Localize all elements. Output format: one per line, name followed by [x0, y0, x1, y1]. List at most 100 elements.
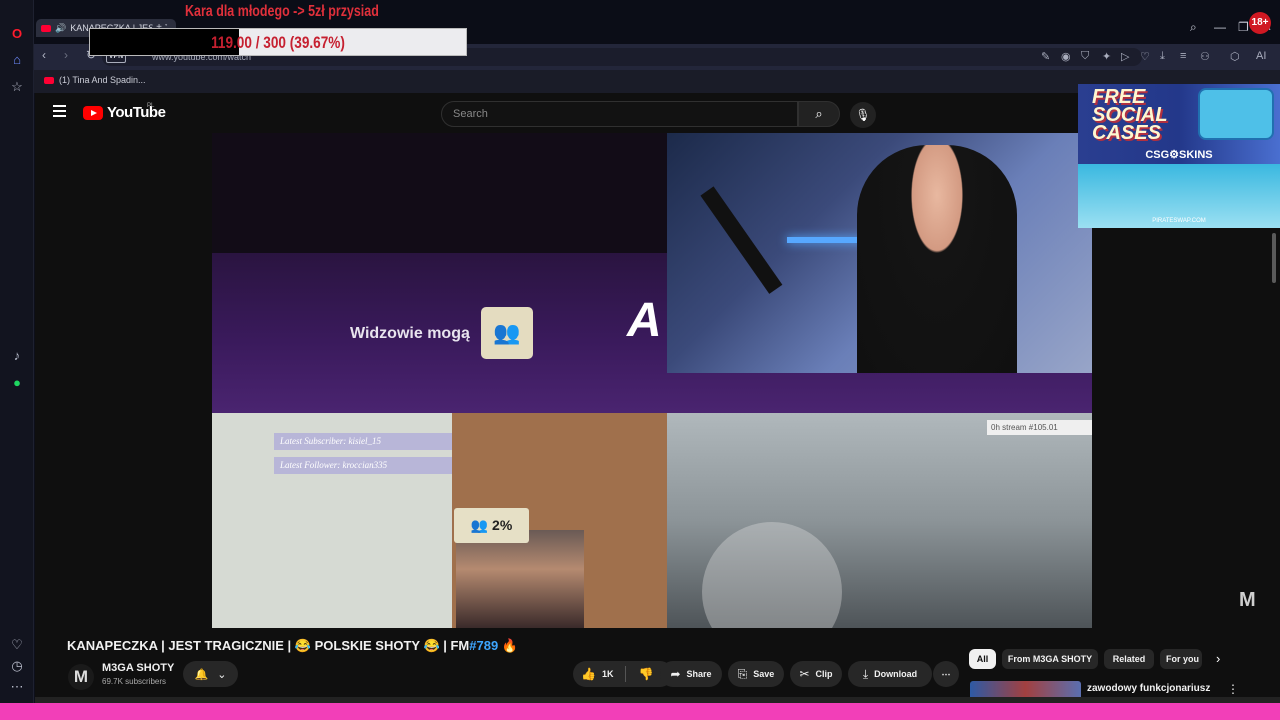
thumbs-down-icon[interactable]: 👎	[638, 667, 653, 681]
subscriber-count: 69.7K subscribers	[102, 677, 167, 686]
hamburger-menu-icon[interactable]	[53, 105, 66, 117]
goal-progress-text: 119.00 / 300 (39.67%)	[211, 33, 345, 52]
back-icon[interactable]: ‹	[42, 48, 46, 62]
save-button[interactable]: ⎘ Save	[728, 661, 784, 687]
ad-chest-graphic	[1198, 88, 1274, 140]
notifications-button[interactable]: 🔔 ⌄	[183, 661, 238, 687]
age-badge: 18+	[1249, 12, 1271, 34]
more-vert-icon[interactable]: ⋮	[1227, 682, 1239, 696]
profile-icon[interactable]: ⚇	[1200, 50, 1210, 63]
video-player[interactable]: Widzowie mogą 👥 A Latest Subscriber: kis…	[212, 133, 1092, 628]
save-label: Save	[753, 669, 775, 679]
video-title-main: KANAPECZKA | JEST TRAGICZNIE | 😂 POLSKIE…	[67, 638, 470, 653]
share-label: Share	[686, 669, 712, 679]
latest-subscriber-bar: Latest Subscriber: kisiel_15	[274, 433, 452, 450]
youtube-favicon-icon	[41, 24, 51, 32]
chip-for-you[interactable]: For you	[1160, 649, 1202, 669]
scrollbar[interactable]	[1272, 233, 1276, 283]
microphone-arm	[700, 186, 783, 294]
second-streamer	[456, 530, 584, 628]
channel-avatar[interactable]: M	[68, 664, 94, 690]
speaker-icon[interactable]: 🔊	[55, 23, 66, 34]
bookmark-item[interactable]: (1) Tina And Spadin...	[44, 75, 146, 85]
search-placeholder: Search	[453, 108, 488, 120]
history-icon[interactable]: ◷	[7, 656, 27, 676]
video-title-end: 🔥	[498, 638, 518, 653]
heart-icon[interactable]: ♡	[1140, 50, 1150, 63]
video-bottom-section: Latest Subscriber: kisiel_15 Latest Foll…	[212, 413, 1092, 628]
minimize-button[interactable]: —	[1214, 20, 1226, 34]
download-icon: ⤓	[862, 666, 869, 681]
ad-headline: FREE SOCIAL CASES	[1092, 87, 1168, 144]
video-title: KANAPECZKA | JEST TRAGICZNIE | 😂 POLSKIE…	[67, 638, 518, 654]
country-code: PL	[147, 103, 155, 109]
channel-name[interactable]: M3GA SHOTY	[102, 662, 174, 674]
webcam-feed	[667, 133, 1092, 373]
viewers-icon: 👥	[481, 307, 533, 359]
edit-icon[interactable]: ✎	[1041, 50, 1050, 63]
ad-brand: CSG⚙SKINS	[1145, 149, 1213, 161]
streamer	[857, 145, 1017, 373]
youtube-favicon-icon	[44, 76, 54, 84]
aria-ai-button[interactable]: AI	[1256, 50, 1266, 62]
extensions-icon[interactable]: ✦	[1102, 50, 1111, 63]
menu-icon[interactable]: ≡	[1180, 50, 1186, 62]
chevron-down-icon: ⌄	[217, 668, 227, 681]
shield-icon[interactable]: ⛉	[1081, 50, 1089, 63]
chip-related[interactable]: Related	[1104, 649, 1154, 669]
percent-value: 2%	[492, 517, 513, 533]
search-tabs-icon[interactable]: ⌕	[1190, 20, 1197, 35]
search-input[interactable]: Search	[441, 101, 798, 127]
star-icon[interactable]: ☆	[7, 77, 27, 97]
chevron-right-icon[interactable]: ›	[1216, 651, 1220, 666]
hashtag-link[interactable]: #789	[469, 638, 498, 653]
camera-icon[interactable]: ◉	[1061, 50, 1071, 63]
search-icon: ⌕	[815, 106, 823, 121]
stream-tag: 0h stream #105.01	[987, 420, 1092, 435]
stream-logo-graphic: A	[627, 294, 662, 347]
opera-logo-icon[interactable]: O	[7, 23, 27, 43]
video-overlay-text: Widzowie mogą	[350, 325, 470, 342]
download-label: Download	[874, 669, 918, 679]
thumbs-up-icon[interactable]: 👍	[581, 667, 596, 681]
like-dislike-group: 👍 1K 👎	[573, 661, 673, 687]
logo-text: YouTube	[107, 104, 166, 121]
tiktok-icon[interactable]: ♪	[7, 345, 27, 365]
download-icon[interactable]: ⤓	[1160, 50, 1165, 63]
chip-all[interactable]: All	[969, 649, 996, 669]
bookmark-icon: ⎘	[737, 666, 748, 681]
search-button[interactable]: ⌕	[798, 101, 840, 127]
more-actions-button[interactable]: ⋯	[933, 661, 959, 687]
advertisement[interactable]: FREE SOCIAL CASES CSG⚙SKINS PIRATESWAP.C…	[1078, 84, 1280, 228]
voice-search-button[interactable]: 🎙	[850, 102, 876, 128]
bell-icon: 🔔	[194, 668, 209, 681]
bookmark-label: (1) Tina And Spadin...	[59, 75, 146, 85]
ad-headline-line3: CASES	[1092, 122, 1161, 144]
forward-icon[interactable]: ›	[64, 48, 68, 62]
maximize-button[interactable]: ❐	[1238, 20, 1249, 34]
chip-from-channel[interactable]: From M3GA SHOTY	[1002, 649, 1098, 669]
download-button[interactable]: ⤓ Download	[848, 661, 932, 687]
channel-watermark-icon[interactable]: M	[1239, 589, 1256, 612]
more-icon: ⋯	[941, 668, 951, 679]
room-panel: Latest Subscriber: kisiel_15 Latest Foll…	[212, 413, 452, 628]
heart-icon[interactable]: ♡	[7, 635, 27, 655]
like-count[interactable]: 1K	[602, 669, 614, 679]
microphone-icon: 🎙	[855, 108, 871, 122]
percent-badge: 👥 2%	[454, 508, 529, 543]
more-icon[interactable]: ⋯	[7, 677, 27, 697]
ad-footer: PIRATESWAP.COM	[1152, 218, 1206, 224]
share-button[interactable]: ➦ Share	[660, 661, 722, 687]
scissors-icon: ✂	[799, 667, 810, 681]
overlay-pink-bar	[0, 703, 1280, 720]
clip-label: Clip	[815, 669, 833, 679]
cube-icon[interactable]: ⬡	[1230, 50, 1240, 63]
divider	[625, 666, 627, 682]
spotify-icon[interactable]: ●	[7, 372, 27, 392]
recommended-title[interactable]: zawodowy funkcjonariusz	[1087, 683, 1210, 694]
goal-progress-bar: 119.00 / 300 (39.67%)	[89, 28, 467, 56]
home-icon[interactable]: ⌂	[7, 49, 27, 69]
share-icon: ➦	[670, 667, 681, 681]
clip-button[interactable]: ✂ Clip	[790, 661, 842, 687]
player-icon[interactable]: ▷	[1121, 50, 1129, 63]
